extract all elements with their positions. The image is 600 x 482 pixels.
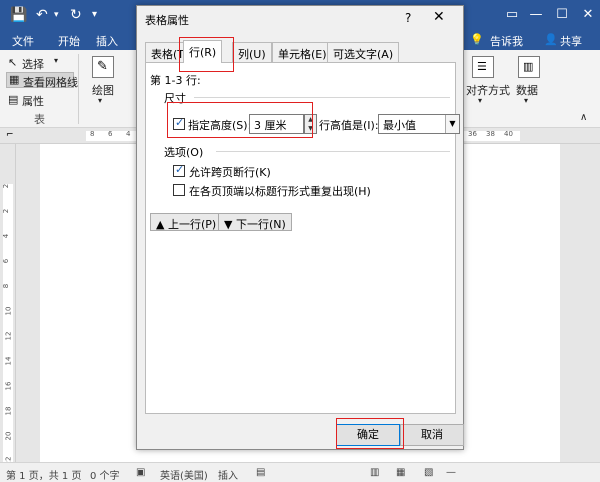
share-button[interactable]: 共享	[560, 33, 582, 49]
dialog-title: 表格属性	[145, 14, 189, 27]
ruler-tick: 6	[108, 130, 113, 138]
properties-icon: ▤	[8, 93, 19, 106]
specify-height-label: 指定高度(S):	[188, 119, 252, 132]
cancel-button[interactable]: 取消	[400, 424, 464, 446]
macro-icon[interactable]: ▤	[256, 467, 265, 478]
size-group-label: 尺寸	[164, 92, 186, 105]
vertical-ruler-tick: 12	[4, 331, 13, 341]
size-divider	[194, 97, 450, 98]
allow-break-label: 允许跨页断行(K)	[189, 166, 271, 179]
prev-row-button[interactable]: ▲ 上一行(P)	[150, 213, 223, 231]
select-button[interactable]: 选择	[22, 56, 44, 72]
customize-toolbar-icon[interactable]: ▾	[92, 6, 97, 24]
row-height-value: 最小值	[383, 119, 416, 132]
spin-up-icon[interactable]: ▲	[305, 115, 316, 124]
user-icon: 👤	[544, 33, 558, 46]
vertical-ruler-tick: 6	[2, 258, 11, 264]
page-count[interactable]: 第 1 页，共 1 页	[6, 467, 81, 482]
height-input[interactable]: 3 厘米	[249, 114, 304, 134]
align-button[interactable]: 对齐方式	[466, 82, 510, 98]
repeat-header-checkbox[interactable]	[173, 184, 185, 196]
lightbulb-icon: 💡	[470, 33, 484, 46]
options-divider	[216, 151, 450, 152]
chevron-down-icon[interactable]: ▼	[445, 115, 459, 133]
view-gridlines-button[interactable]: ▦ 查看网格线	[6, 72, 78, 89]
save-icon[interactable]: 💾	[10, 6, 27, 24]
proofing-icon[interactable]: ▣	[136, 467, 145, 478]
group-table-label: 表	[34, 113, 45, 126]
ribbon-display-icon[interactable]: ▭	[502, 6, 522, 24]
tab-file[interactable]: 文件	[12, 33, 34, 49]
tell-me-box[interactable]: 告诉我	[490, 33, 523, 49]
vertical-ruler-tick: 14	[4, 356, 13, 366]
align-icon: ☰	[472, 56, 494, 78]
tab-insert[interactable]: 插入	[96, 33, 118, 49]
height-spinner[interactable]: ▲ ▼	[304, 114, 317, 134]
vertical-ruler-tick: 2	[2, 183, 11, 189]
ok-button[interactable]: 确定	[336, 424, 400, 446]
tab-home[interactable]: 开始	[58, 33, 80, 49]
read-mode-icon[interactable]: ▥	[370, 467, 379, 478]
vertical-ruler-tick: 16	[4, 381, 13, 391]
pencil-icon: ✎	[92, 56, 114, 78]
draw-dropdown-icon: ▾	[98, 96, 103, 105]
tab-alt-text[interactable]: 可选文字(A)	[327, 42, 400, 62]
collapse-ribbon-icon[interactable]: ∧	[580, 112, 587, 123]
ruler-tick: 40	[504, 130, 513, 138]
group-divider	[78, 54, 79, 124]
undo-icon[interactable]: ↶	[36, 6, 48, 24]
vertical-ruler-track	[3, 184, 13, 462]
allow-break-checkbox[interactable]	[173, 163, 185, 177]
redo-icon[interactable]: ↻	[70, 6, 82, 24]
properties-button[interactable]: 属性	[22, 93, 44, 109]
data-icon: ▥	[518, 56, 540, 78]
rows-label: 第 1-3 行:	[150, 74, 201, 87]
vertical-ruler[interactable]: 2 2 4 6 8 10 12 14 16 18 20 22	[0, 144, 16, 465]
data-dropdown-icon: ▾	[524, 96, 529, 105]
tab-cell[interactable]: 单元格(E)	[272, 42, 333, 62]
vertical-ruler-tick: 8	[2, 283, 11, 289]
vertical-ruler-tick: 2	[2, 208, 11, 214]
maximize-icon[interactable]: ☐	[552, 6, 572, 24]
close-window-icon[interactable]: ✕	[578, 6, 598, 24]
vertical-ruler-tick: 10	[4, 306, 13, 316]
align-dropdown-icon: ▾	[478, 96, 483, 105]
options-group-label: 选项(O)	[164, 146, 204, 159]
tab-column[interactable]: 列(U)	[232, 42, 272, 62]
tab-row[interactable]: 行(R)	[183, 40, 223, 63]
row-tab-panel: 第 1-3 行: 尺寸 指定高度(S): 3 厘米 ▲ ▼ 行高值是(I): 最…	[145, 62, 460, 414]
select-cursor-icon: ↖	[8, 56, 18, 69]
table-properties-dialog: 表格属性 ? ✕ 表格(T) 行(R) 列(U) 单元格(E) 可选文字(A) …	[136, 5, 464, 450]
repeat-header-label: 在各页顶端以标题行形式重复出现(H)	[189, 185, 371, 198]
word-count[interactable]: 0 个字	[90, 467, 120, 482]
ruler-tick: 38	[486, 130, 495, 138]
web-layout-icon[interactable]: ▧	[424, 467, 433, 478]
ruler-tick: 8	[90, 130, 95, 138]
draw-button[interactable]: 绘图	[92, 82, 114, 98]
spin-down-icon[interactable]: ▼	[305, 124, 316, 133]
grid-icon: ▦	[9, 73, 20, 86]
vertical-ruler-tick: 20	[4, 431, 13, 441]
print-layout-icon[interactable]: ▦	[396, 467, 405, 478]
zoom-out-icon[interactable]: —	[446, 467, 456, 478]
view-gridlines-label: 查看网格线	[23, 76, 78, 89]
row-height-select[interactable]: 最小值 ▼	[378, 114, 460, 134]
close-icon[interactable]: ✕	[433, 9, 445, 25]
minimize-icon[interactable]: —	[526, 6, 546, 24]
help-icon[interactable]: ?	[405, 11, 411, 25]
specify-height-checkbox[interactable]	[173, 116, 185, 130]
row-height-is-label: 行高值是(I):	[319, 119, 379, 132]
tab-stop-icon[interactable]: ⌐	[6, 130, 14, 140]
vertical-ruler-tick: 4	[2, 233, 11, 239]
insert-mode-status[interactable]: 插入	[218, 467, 238, 482]
ruler-tick: 36	[468, 130, 477, 138]
vertical-ruler-tick: 18	[4, 406, 13, 416]
language-status[interactable]: 英语(美国)	[160, 467, 208, 482]
status-bar: 第 1 页，共 1 页 0 个字 ▣ 英语(美国) 插入 ▤ ▥ ▦ ▧ —	[0, 462, 600, 482]
chevron-down-icon: ▾	[54, 56, 59, 65]
next-row-button[interactable]: ▼ 下一行(N)	[218, 213, 292, 231]
ruler-tick: 4	[126, 130, 131, 138]
undo-dropdown-icon[interactable]: ▾	[54, 6, 59, 24]
